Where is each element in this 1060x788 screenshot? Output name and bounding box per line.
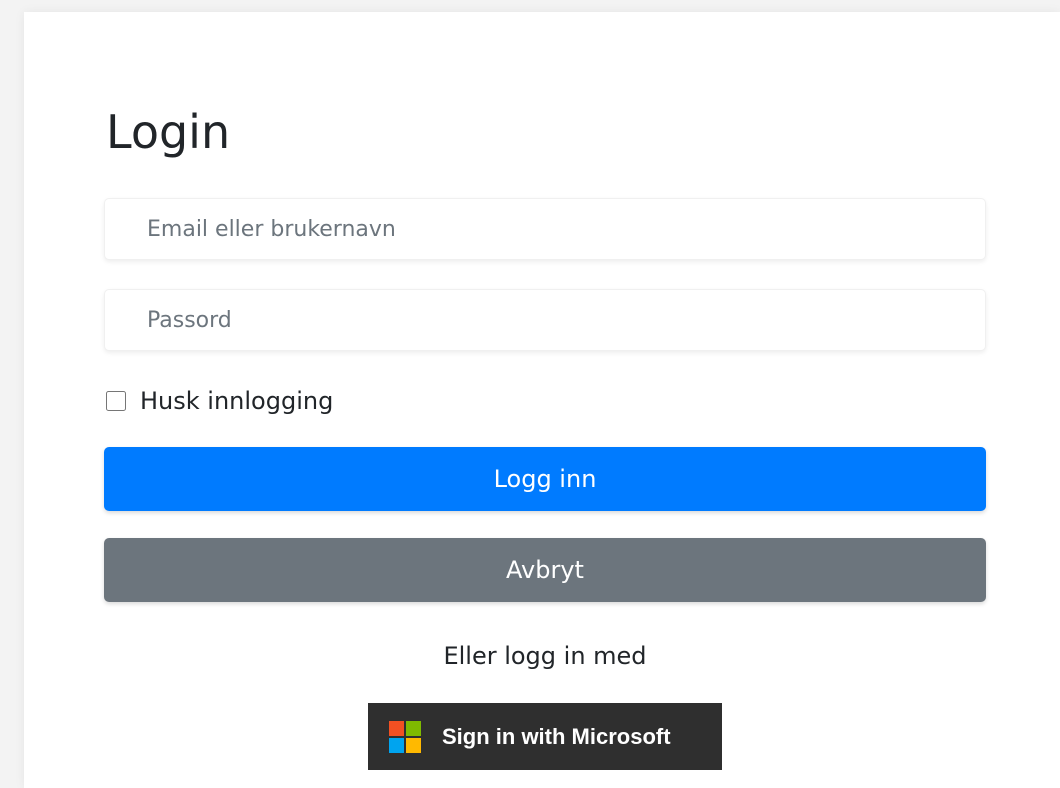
page-title: Login — [106, 105, 231, 159]
remember-me[interactable]: Husk innlogging — [104, 384, 333, 418]
remember-label: Husk innlogging — [140, 387, 334, 415]
login-card: Login Husk innlogging Logg inn Avbryt El… — [24, 12, 1060, 788]
remember-checkbox[interactable] — [106, 391, 126, 411]
password-input[interactable] — [104, 289, 986, 351]
microsoft-signin-button[interactable]: Sign in with Microsoft — [368, 703, 722, 770]
cancel-button[interactable]: Avbryt — [104, 538, 986, 602]
login-button[interactable]: Logg inn — [104, 447, 986, 511]
alternative-login-text: Eller logg in med — [443, 642, 647, 670]
microsoft-signin-label: Sign in with Microsoft — [442, 723, 671, 749]
microsoft-logo-icon — [389, 720, 421, 753]
email-input[interactable] — [104, 198, 986, 260]
